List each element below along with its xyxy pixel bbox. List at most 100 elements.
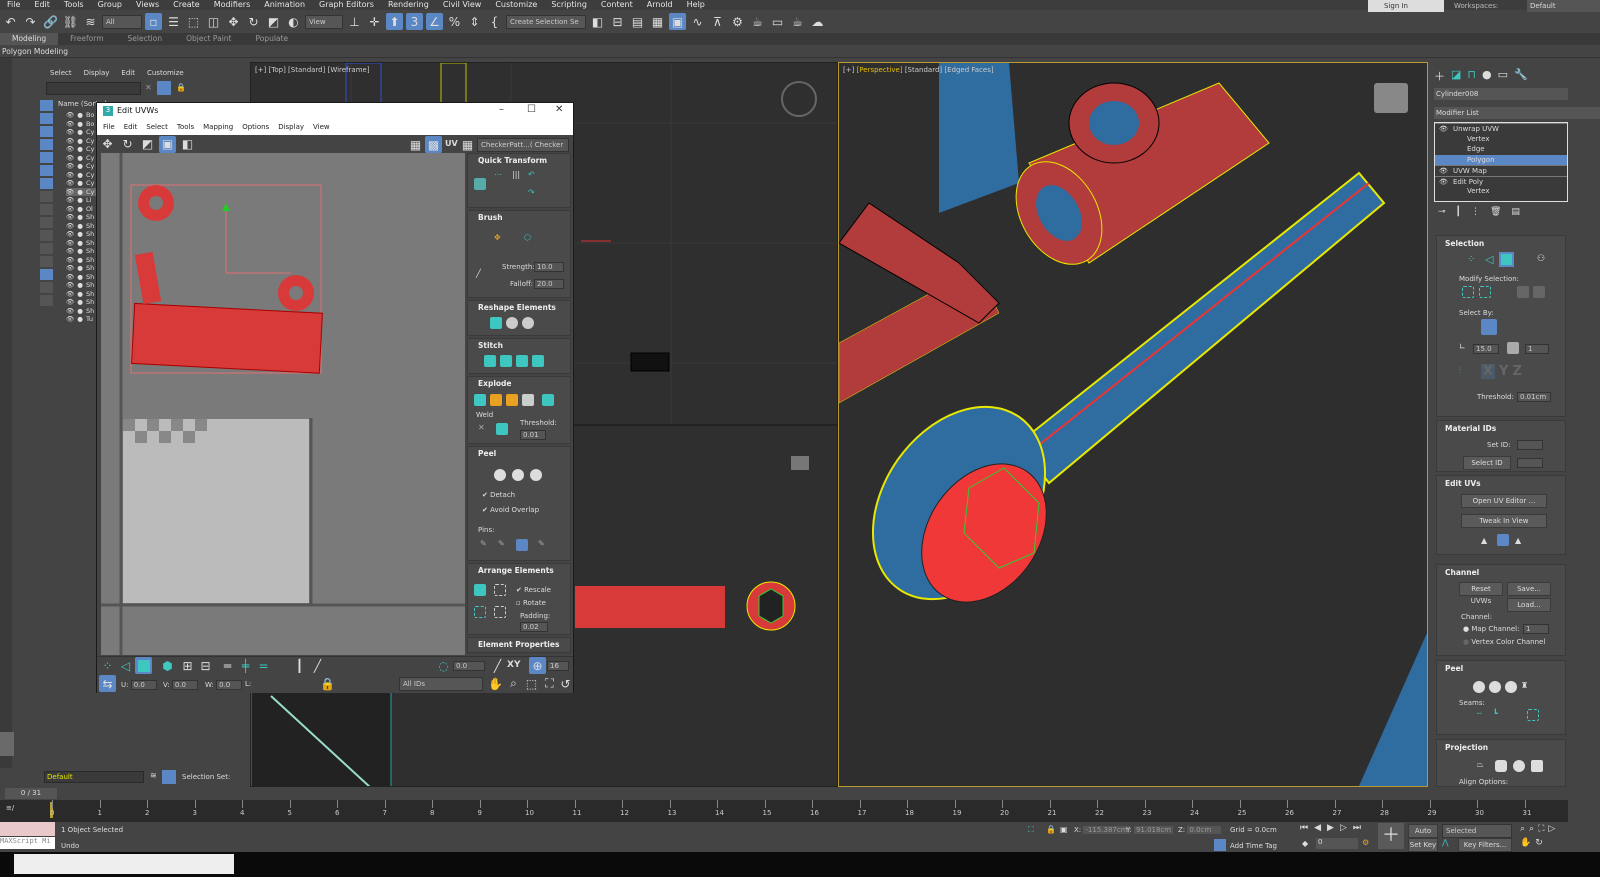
grid-size-input[interactable]: 16 [547, 661, 569, 671]
maximize-button[interactable]: ☐ [527, 104, 536, 115]
loop-uv-icon[interactable]: = [255, 657, 272, 674]
explorer-filter-icon[interactable] [40, 100, 53, 111]
menu-civil-view[interactable]: Civil View [436, 0, 489, 10]
relax-brush-icon[interactable]: ⬡ [524, 233, 536, 245]
scale-icon[interactable]: ◩ [139, 136, 156, 153]
freeze-dot-icon[interactable]: ● [77, 154, 83, 163]
explorer-filter-icon[interactable] [40, 204, 53, 215]
ribbon-toggle-icon[interactable]: ▦ [649, 13, 666, 30]
uv-canvas[interactable] [101, 153, 465, 655]
zoom-icon[interactable]: ⌕ [505, 675, 522, 692]
ribbon-tab-object-paint[interactable]: Object Paint [174, 33, 243, 45]
peel-mode-icon[interactable] [1489, 681, 1501, 693]
rotate-angle-icon[interactable]: ◌ [435, 657, 452, 674]
render-icon[interactable]: ☕ [789, 13, 806, 30]
make-unique-icon[interactable]: ⋮ [1471, 207, 1480, 217]
angle-snap-icon[interactable]: ∠ [426, 13, 443, 30]
vertex-color-radio[interactable]: ● Vertex Color Channel [1463, 638, 1545, 646]
selection-filter-dropdown[interactable]: All [102, 14, 142, 29]
zoom-extents-icon[interactable]: ⛶ [541, 675, 558, 692]
rotate-ccw-icon[interactable]: ↶ [528, 170, 540, 182]
quick-peel-icon[interactable] [1473, 681, 1485, 693]
explode-header[interactable]: Explode [468, 377, 570, 390]
uvw-menu-edit[interactable]: Edit [124, 123, 138, 131]
zoom-region-icon[interactable]: ⬚ [523, 675, 540, 692]
rotate-icon[interactable]: ↻ [245, 13, 262, 30]
projection-header[interactable]: Projection [1437, 740, 1565, 755]
y-coord-input[interactable]: 91.018cm [1133, 826, 1174, 834]
auto-key-button[interactable]: Auto Key [1408, 824, 1438, 847]
freeze-dot-icon[interactable]: ● [77, 179, 83, 188]
time-slider[interactable]: 0 / 31 [5, 788, 57, 799]
freeze-dot-icon[interactable]: ● [77, 273, 83, 282]
align-vertical-icon[interactable]: ||| [512, 170, 524, 182]
pin-stack-icon[interactable]: ⊸ [1438, 207, 1446, 217]
menu-create[interactable]: Create [166, 0, 207, 10]
visibility-eye-icon[interactable]: 👁 [66, 307, 74, 316]
visibility-eye-icon[interactable]: 👁 [66, 205, 74, 214]
window-crossing-icon[interactable]: ◫ [205, 13, 222, 30]
element-properties-header[interactable]: Element Properties [468, 638, 570, 651]
set-key-button[interactable]: Set Key [1408, 838, 1438, 852]
pelt-map-icon[interactable]: ♜ [1521, 681, 1533, 693]
isolate-selection-icon[interactable]: ⛶ [1028, 825, 1034, 835]
select-id-input[interactable] [1517, 458, 1543, 468]
curve-editor-toggle-icon[interactable]: ≡/ [6, 804, 14, 812]
viewport-top-label[interactable]: [+] [Top] [Standard] [Wireframe] [255, 66, 370, 74]
uvw-menu-display[interactable]: Display [278, 123, 304, 131]
explorer-filter-icon[interactable] [40, 126, 53, 137]
maxscript-listener[interactable] [0, 822, 55, 836]
freeze-dot-icon[interactable]: ● [77, 290, 83, 299]
pin-icon[interactable]: ✎ [480, 539, 492, 551]
uvw-menu-view[interactable]: View [313, 123, 330, 131]
relax-icon[interactable] [506, 317, 518, 329]
quick-peel-icon[interactable] [494, 469, 506, 481]
move-icon[interactable]: ✥ [225, 13, 242, 30]
explorer-menu-select[interactable]: Select [50, 69, 72, 77]
menu-animation[interactable]: Animation [257, 0, 312, 10]
freeze-dot-icon[interactable]: ● [77, 137, 83, 146]
explorer-filter-icon[interactable] [40, 282, 53, 293]
detach-checkbox[interactable]: ✔ Detach [482, 491, 515, 499]
pivot-icon[interactable]: ⊥ [346, 13, 363, 30]
visibility-eye-icon[interactable]: 👁 [66, 256, 74, 265]
explorer-menu-display[interactable]: Display [84, 69, 110, 77]
redo-icon[interactable]: ↷ [22, 13, 39, 30]
threshold-input[interactable]: 0.01 [520, 430, 546, 440]
zoom-icon[interactable]: ⌕ [1520, 824, 1525, 834]
visibility-eye-icon[interactable]: 👁 [66, 137, 74, 146]
visibility-eye-icon[interactable]: 👁 [66, 179, 74, 188]
vertex-mode-icon[interactable]: ⁘ [99, 657, 116, 674]
percent-snap-icon[interactable]: % [446, 13, 463, 30]
texture-dropdown[interactable]: CheckerPatt...( Checker ) [477, 138, 569, 161]
filter-icon[interactable] [157, 81, 171, 95]
freeze-dot-icon[interactable]: ● [77, 230, 83, 239]
menu-modifiers[interactable]: Modifiers [207, 0, 258, 10]
edge-subobject-icon[interactable]: ◁ [1485, 253, 1493, 266]
time-config-icon[interactable]: ⚙ [1362, 838, 1369, 847]
sign-in-button[interactable]: Sign In [1368, 0, 1444, 12]
select-id-button[interactable]: Select ID [1463, 456, 1511, 470]
rotate-angle-input[interactable]: 0.0 [453, 661, 485, 671]
planar-angle-input[interactable]: 15.0 [1473, 344, 1499, 354]
add-time-tag-button[interactable]: Add Time Tag [1230, 842, 1277, 850]
eye-icon[interactable]: 👁 [1439, 166, 1448, 177]
explorer-search-input[interactable] [46, 82, 141, 95]
edit-uvs-header[interactable]: Edit UVs [1437, 476, 1565, 491]
visibility-eye-icon[interactable]: 👁 [66, 264, 74, 273]
scale-icon[interactable]: ◩ [265, 13, 282, 30]
select-object-icon[interactable]: ▫ [145, 13, 162, 30]
reference-coord-dropdown[interactable]: View [305, 14, 343, 29]
load-button[interactable]: Load... [1507, 598, 1551, 612]
v-input[interactable]: 0.0 [171, 680, 198, 690]
time-tag-icon[interactable] [1214, 839, 1226, 851]
render-cloud-icon[interactable]: ☁ [809, 13, 826, 30]
element-mode-icon[interactable]: ⬢ [159, 657, 176, 674]
freeze-dot-icon[interactable]: ● [77, 239, 83, 248]
weld-selected-icon[interactable]: ✕ [478, 423, 490, 435]
flatten-by-angle-icon[interactable] [490, 394, 502, 406]
absolute-mode-icon[interactable]: ▣ [1060, 825, 1068, 834]
polygon-subobject-icon[interactable] [1499, 252, 1514, 267]
select-by-name-icon[interactable]: ☰ [165, 13, 182, 30]
set-key-big-icon[interactable]: ＋ [1378, 823, 1404, 849]
